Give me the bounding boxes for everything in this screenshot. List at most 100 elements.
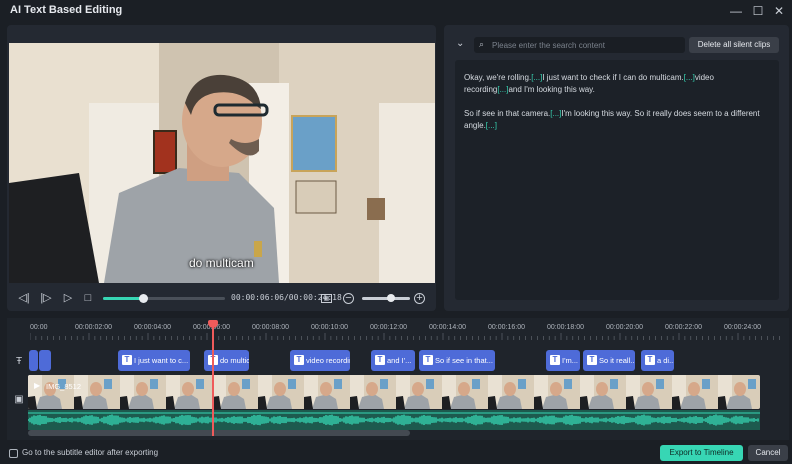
subtitle-clip-label: So it reall... bbox=[599, 356, 635, 365]
video-thumbnail bbox=[672, 375, 718, 409]
close-button[interactable]: ✕ bbox=[771, 3, 787, 19]
subtitle-clip[interactable]: TI just want to c... bbox=[118, 350, 190, 371]
title-bar: AI Text Based Editing — ☐ ✕ bbox=[0, 0, 792, 22]
subtitle-clip[interactable] bbox=[39, 350, 51, 371]
transcript-editor[interactable]: Okay, we're rolling.[...]I just want to … bbox=[455, 60, 779, 300]
timeline-ruler[interactable]: 00:0000:00:02:0000:00:04:0000:00:06:0000… bbox=[30, 320, 782, 340]
window-title: AI Text Based Editing bbox=[10, 4, 123, 16]
video-frame bbox=[9, 43, 435, 283]
zoom-in-icon[interactable]: + bbox=[414, 293, 425, 304]
transcript-text: I just want to check if I can do multica… bbox=[542, 73, 684, 82]
video-thumbnail bbox=[718, 375, 760, 409]
video-thumbnail bbox=[350, 375, 396, 409]
video-thumbnail bbox=[74, 375, 120, 409]
text-clip-icon: T bbox=[587, 355, 597, 365]
text-clip-icon: T bbox=[423, 355, 433, 365]
video-thumbnail bbox=[580, 375, 626, 409]
transcript-paragraph[interactable]: Okay, we're rolling.[...]I just want to … bbox=[464, 72, 770, 96]
video-thumbnail bbox=[120, 375, 166, 409]
video-thumbnail bbox=[488, 375, 534, 409]
ruler-label: 00:00:18:00 bbox=[547, 324, 584, 331]
subtitle-clip-label: do multicam bbox=[220, 356, 249, 365]
subtitle-clip-label: I'm... bbox=[562, 356, 579, 365]
ai-text-editing-window: AI Text Based Editing — ☐ ✕ do multicam … bbox=[0, 0, 792, 464]
playback-controls: ◁| |▷ ▷ □ 00:00:06:06/00:00:24:18 ▦ − + bbox=[9, 287, 435, 309]
subtitle-clip[interactable]: T So if see in that... bbox=[419, 350, 495, 371]
silent-marker[interactable]: [...] bbox=[497, 85, 508, 94]
subtitle-clip-label: video recording bbox=[306, 356, 350, 365]
ruler-label: 00:00:02:00 bbox=[75, 324, 112, 331]
silent-marker[interactable]: [...] bbox=[486, 121, 497, 130]
playback-progress-fill bbox=[103, 297, 144, 300]
transcript-text: So if see in that camera. bbox=[464, 109, 551, 118]
transcript-paragraph[interactable]: So if see in that camera.[...]I'm lookin… bbox=[464, 108, 770, 132]
text-clip-icon: T bbox=[122, 355, 132, 365]
subtitle-clip-label: a di... bbox=[657, 356, 674, 365]
minimize-button[interactable]: — bbox=[728, 3, 744, 19]
ruler-label: 00:00:20:00 bbox=[606, 324, 643, 331]
export-to-timeline-button[interactable]: Export to Timeline bbox=[660, 445, 743, 461]
zoom-slider-handle[interactable] bbox=[386, 294, 395, 302]
video-thumbnail bbox=[258, 375, 304, 409]
text-clip-icon: T bbox=[294, 355, 304, 365]
subtitle-overlay: do multicam bbox=[189, 256, 254, 270]
video-thumbnail bbox=[212, 375, 258, 409]
silent-marker[interactable]: [...] bbox=[531, 73, 542, 82]
subtitle-editor-checkbox-label: Go to the subtitle editor after exportin… bbox=[22, 448, 159, 457]
subtitle-clip[interactable]: T I'm... bbox=[546, 350, 580, 371]
video-clip-icon: ▶ bbox=[34, 381, 41, 390]
text-clip-icon: T bbox=[645, 355, 655, 365]
subtitle-editor-checkbox[interactable] bbox=[9, 449, 18, 458]
video-track[interactable]: ▶ IMG_8512 bbox=[28, 375, 760, 409]
subtitle-track: TI just want to c...Tdo multicamTvideo r… bbox=[28, 350, 768, 372]
stop-icon[interactable]: □ bbox=[81, 291, 95, 305]
video-track-icon: ▣ bbox=[14, 394, 24, 405]
video-preview[interactable]: do multicam bbox=[9, 43, 435, 283]
video-thumbnail bbox=[166, 375, 212, 409]
silent-marker[interactable]: [...] bbox=[550, 109, 561, 118]
delete-silent-clips-button[interactable]: Delete all silent clips bbox=[689, 37, 779, 53]
video-thumbnail bbox=[534, 375, 580, 409]
ruler-label: 00:00 bbox=[30, 324, 48, 331]
zoom-slider[interactable] bbox=[362, 294, 410, 302]
subtitle-clip[interactable] bbox=[29, 350, 38, 371]
subtitle-clip[interactable]: Ta di... bbox=[641, 350, 674, 371]
aspect-ratio-icon[interactable]: ▦ bbox=[321, 294, 332, 303]
ruler-label: 00:00:10:00 bbox=[311, 324, 348, 331]
subtitle-clip[interactable]: Tand I'... bbox=[371, 350, 415, 371]
zoom-out-icon[interactable]: − bbox=[343, 293, 354, 304]
silent-marker[interactable]: [...] bbox=[684, 73, 695, 82]
ruler-label: 00:00:12:00 bbox=[370, 324, 407, 331]
subtitle-clip[interactable]: Tvideo recording bbox=[290, 350, 350, 371]
subtitle-clip-label: and I'... bbox=[387, 356, 412, 365]
video-thumbnail bbox=[442, 375, 488, 409]
search-box[interactable]: ⌕ bbox=[474, 37, 685, 53]
ruler-label: 00:00:24:00 bbox=[724, 324, 761, 331]
text-track-icon: Ŧ bbox=[15, 356, 23, 367]
video-thumbnail bbox=[626, 375, 672, 409]
text-clip-icon: T bbox=[375, 355, 385, 365]
search-icon: ⌕ bbox=[479, 39, 485, 49]
ruler-label: 00:00:22:00 bbox=[665, 324, 702, 331]
video-clip-name: IMG_8512 bbox=[46, 382, 82, 391]
playback-progress[interactable] bbox=[103, 294, 225, 303]
subtitle-clip-label: I just want to c... bbox=[134, 356, 189, 365]
playhead-line[interactable] bbox=[212, 320, 214, 436]
maximize-button[interactable]: ☐ bbox=[750, 3, 766, 19]
play-icon[interactable]: ▷ bbox=[61, 291, 75, 305]
chevron-down-icon[interactable]: ⌄ bbox=[456, 38, 464, 49]
subtitle-clip[interactable]: T So it reall... bbox=[583, 350, 635, 371]
next-frame-icon[interactable]: |▷ bbox=[39, 291, 53, 305]
timeline-scrollbar[interactable] bbox=[28, 430, 410, 436]
subtitle-clip[interactable]: Tdo multicam bbox=[204, 350, 249, 371]
transcript-text: Okay, we're rolling. bbox=[464, 73, 532, 82]
audio-track[interactable] bbox=[27, 410, 760, 430]
search-input[interactable] bbox=[492, 38, 680, 52]
video-thumbnail bbox=[304, 375, 350, 409]
previous-frame-icon[interactable]: ◁| bbox=[17, 291, 31, 305]
subtitle-clip-label: So if see in that... bbox=[435, 356, 493, 365]
cancel-button[interactable]: Cancel bbox=[748, 445, 788, 461]
ruler-label: 00:00:08:00 bbox=[252, 324, 289, 331]
ruler-label: 00:00:14:00 bbox=[429, 324, 466, 331]
playback-progress-handle[interactable] bbox=[139, 294, 149, 303]
